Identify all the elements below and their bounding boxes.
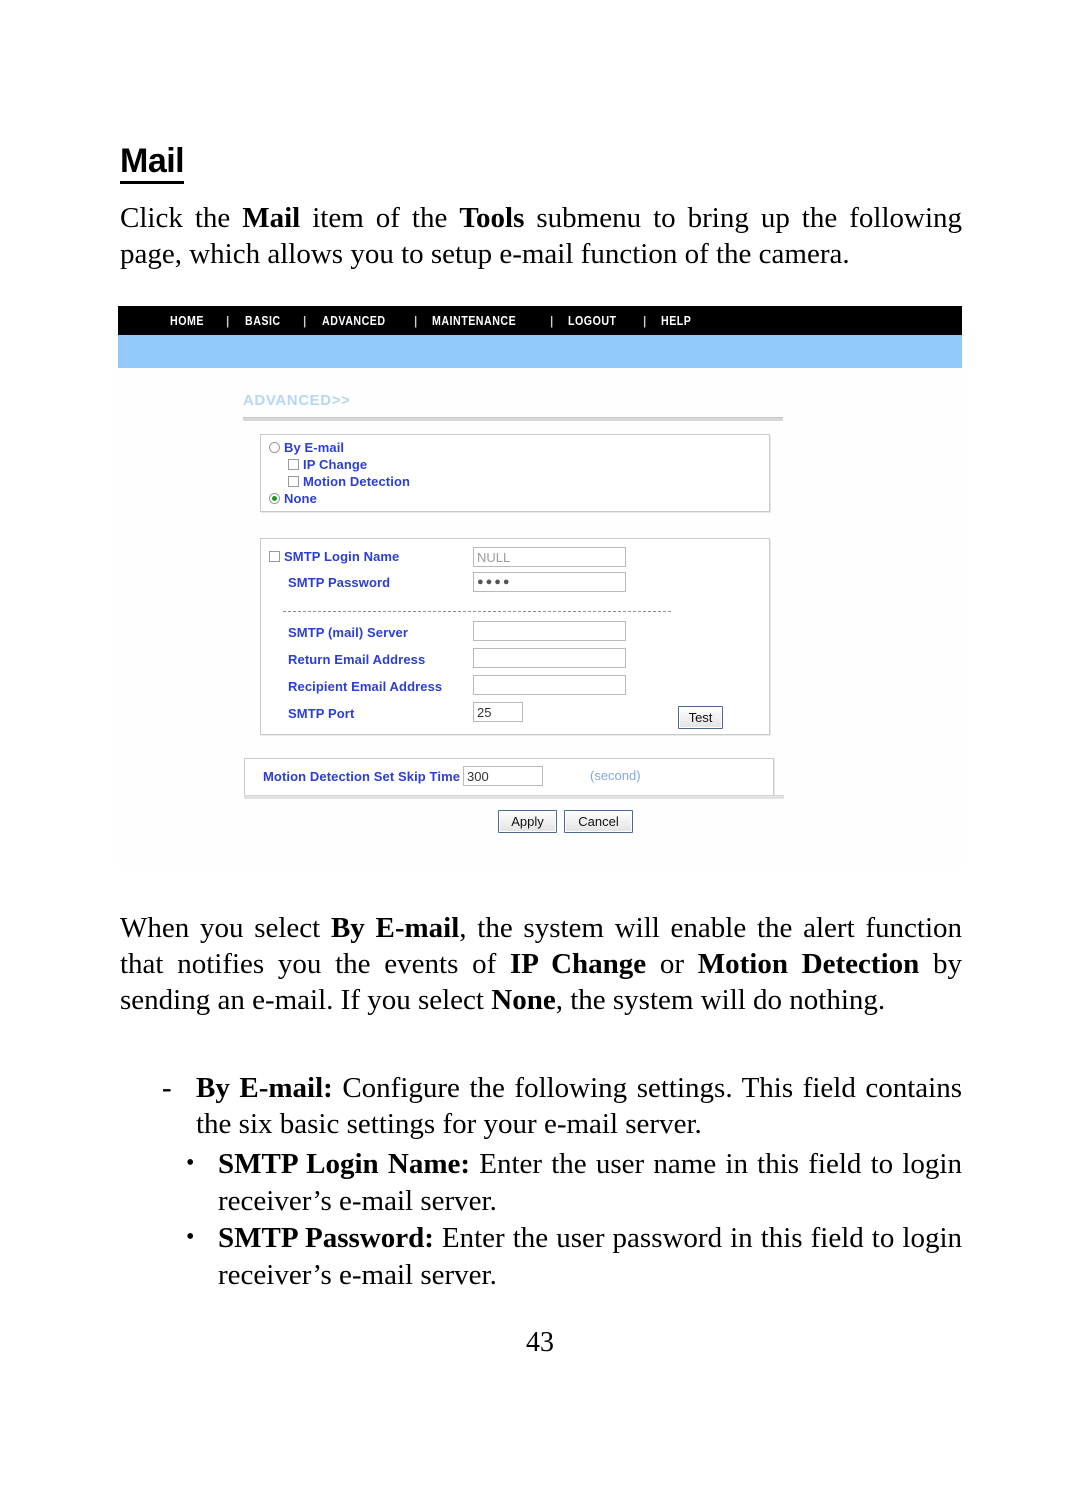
motion-skip-time-row: Motion Detection Set Skip Time [263, 769, 460, 784]
return-email-address-row: Return Email Address [288, 652, 425, 667]
smtp-password-value: ●●●● [477, 576, 512, 588]
cancel-button[interactable]: Cancel [564, 810, 633, 833]
nav-item-maintenance[interactable]: MAINTENANCE [432, 313, 516, 328]
recipient-email-address-row: Recipient Email Address [288, 679, 442, 694]
screenshot-navbar: HOME | BASIC | ADVANCED | MAINTENANCE | … [118, 306, 962, 335]
checkbox-motion-detection-row[interactable]: Motion Detection [288, 474, 410, 489]
page-title: Mail [120, 143, 185, 184]
breadcrumb: ADVANCED>> [243, 392, 351, 409]
smtp-login-name-input[interactable]: NULL [473, 547, 626, 567]
nav-separator: | [550, 313, 554, 328]
recipient-email-address-label: Recipient Email Address [288, 679, 443, 694]
header-banner [118, 335, 962, 368]
recipient-email-address-input[interactable] [473, 675, 626, 695]
intro-paragraph: Click the Mail item of the Tools submenu… [120, 202, 962, 270]
smtp-password-row: SMTP Password [288, 575, 390, 590]
smtp-login-name-label: SMTP Login Name [284, 549, 400, 564]
nav-separator: | [226, 313, 230, 328]
apply-button[interactable]: Apply [498, 810, 557, 833]
explanation-paragraph: When you select By E-mail, the system wi… [120, 912, 962, 1016]
bullet-item-text: SMTP Password: Enter the user password i… [218, 1222, 963, 1291]
smtp-password-label: SMTP Password [288, 575, 391, 590]
smtp-port-label: SMTP Port [288, 706, 355, 721]
nav-separator: | [303, 313, 307, 328]
smtp-port-input[interactable]: 25 [473, 702, 523, 722]
checkbox-motion-detection-label: Motion Detection [303, 474, 411, 489]
checkbox-ip-change-label: IP Change [303, 457, 368, 472]
bullet-marker: • [186, 1224, 195, 1250]
nav-item-help[interactable]: HELP [661, 313, 691, 328]
dash-item-text: By E-mail: Configure the following setti… [196, 1072, 962, 1140]
alert-type-panel: By E-mail IP Change Motion Detection Non… [260, 434, 770, 512]
nav-item-home[interactable]: HOME [170, 313, 204, 328]
bullet-marker: • [186, 1150, 195, 1176]
document-page: Mail Click the Mail item of the Tools su… [0, 0, 1080, 1486]
checkbox-smtp-login-name-icon[interactable] [269, 551, 280, 562]
list-item: - By E-mail: Configure the following set… [162, 1070, 962, 1142]
breadcrumb-divider [243, 417, 783, 421]
return-email-address-input[interactable] [473, 648, 626, 668]
page-number: 43 [526, 1327, 554, 1358]
list-item: • SMTP Password: Enter the user password… [186, 1220, 962, 1294]
nav-separator: | [414, 313, 418, 328]
radio-by-email-icon[interactable] [269, 442, 280, 453]
return-email-address-label: Return Email Address [288, 652, 426, 667]
smtp-mail-server-row: SMTP (mail) Server [288, 625, 408, 640]
smtp-section-divider [283, 611, 671, 612]
checkbox-ip-change-icon[interactable] [288, 459, 299, 470]
radio-none-label: None [284, 491, 317, 506]
nav-item-logout[interactable]: LOGOUT [568, 313, 617, 328]
radio-by-email-row[interactable]: By E-mail [269, 440, 344, 455]
dash-marker: - [162, 1072, 172, 1104]
radio-by-email-label: By E-mail [284, 440, 345, 455]
bullet-item-text: SMTP Login Name: Enter the user name in … [218, 1148, 962, 1217]
checkbox-motion-detection-icon[interactable] [288, 476, 299, 487]
smtp-password-input[interactable]: ●●●● [473, 572, 626, 592]
smtp-mail-server-input[interactable] [473, 621, 626, 641]
checkbox-ip-change-row[interactable]: IP Change [288, 457, 367, 472]
list-item: • SMTP Login Name: Enter the user name i… [186, 1146, 962, 1220]
camera-ui-screenshot: HOME | BASIC | ADVANCED | MAINTENANCE | … [118, 306, 962, 866]
nav-item-advanced[interactable]: ADVANCED [322, 313, 386, 328]
skip-time-unit-label: (second) [590, 768, 641, 783]
radio-none-icon[interactable] [269, 493, 280, 504]
nav-item-basic[interactable]: BASIC [245, 313, 281, 328]
motion-skip-time-panel: Motion Detection Set Skip Time 300 [244, 758, 774, 796]
smtp-login-name-row[interactable]: SMTP Login Name [269, 549, 399, 564]
smtp-port-row: SMTP Port [288, 706, 354, 721]
motion-skip-time-input[interactable]: 300 [463, 766, 543, 786]
radio-none-row[interactable]: None [269, 491, 317, 506]
smtp-mail-server-label: SMTP (mail) Server [288, 625, 409, 640]
nav-separator: | [642, 313, 646, 328]
test-button[interactable]: Test [678, 706, 723, 729]
skip-panel-divider [244, 795, 784, 799]
motion-skip-time-label: Motion Detection Set Skip Time [263, 769, 461, 784]
